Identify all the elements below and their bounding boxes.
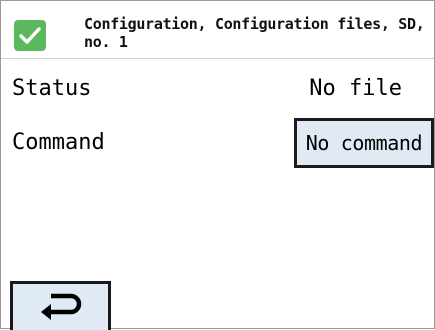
status-label: Status	[12, 76, 92, 101]
header-divider	[1, 58, 434, 59]
page-title: Configuration, Configuration files, SD, …	[84, 15, 425, 51]
command-label: Command	[12, 130, 105, 155]
configuration-screen: Configuration, Configuration files, SD, …	[0, 0, 435, 330]
status-value: No file	[309, 76, 402, 101]
command-button[interactable]: No command	[294, 118, 434, 168]
checkmark-icon	[14, 20, 46, 51]
return-arrow-icon	[37, 290, 85, 324]
back-button[interactable]	[10, 281, 111, 330]
